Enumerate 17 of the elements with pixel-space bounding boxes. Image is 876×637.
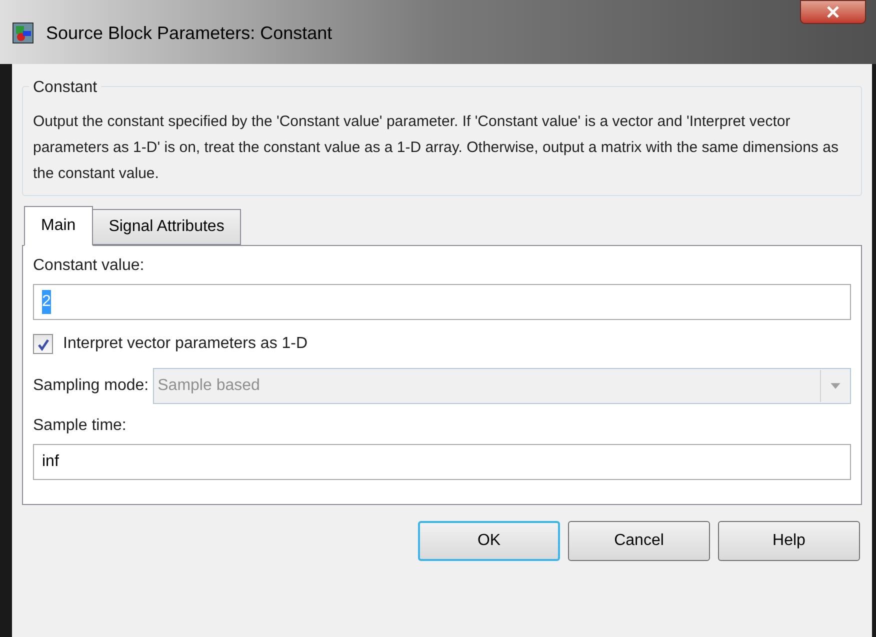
description-text: Output the constant specified by the 'Constant value' parameter. If 'Constant value' is a vector and 'Interpret vector parameters as 1-D' is on, treat the constant value as a 1-D array. Otherwise, output a matrix with the same dimensions as the constant value.: [33, 112, 840, 184]
close-button[interactable]: [800, 0, 866, 24]
window-title: Source Block Parameters: Constant: [46, 22, 332, 45]
field-label: Constant value:: [33, 256, 146, 276]
field-label: Sampling mode:: [33, 376, 149, 396]
dialog-button[interactable]: OK: [418, 521, 560, 561]
dialog-button[interactable]: Cancel: [568, 521, 710, 561]
checkbox-label: Interpret vector parameters as 1-D: [63, 334, 308, 354]
tab[interactable]: Signal Attributes: [92, 209, 242, 245]
tab[interactable]: Main: [24, 206, 93, 246]
field-label: Sample time:: [33, 416, 128, 436]
block-icon: [12, 22, 34, 44]
dialog-button[interactable]: Help: [718, 521, 860, 561]
checkmark-icon: [36, 338, 50, 350]
text-field[interactable]: inf: [33, 444, 851, 480]
close-icon: [826, 6, 840, 18]
checkbox[interactable]: [33, 334, 53, 354]
